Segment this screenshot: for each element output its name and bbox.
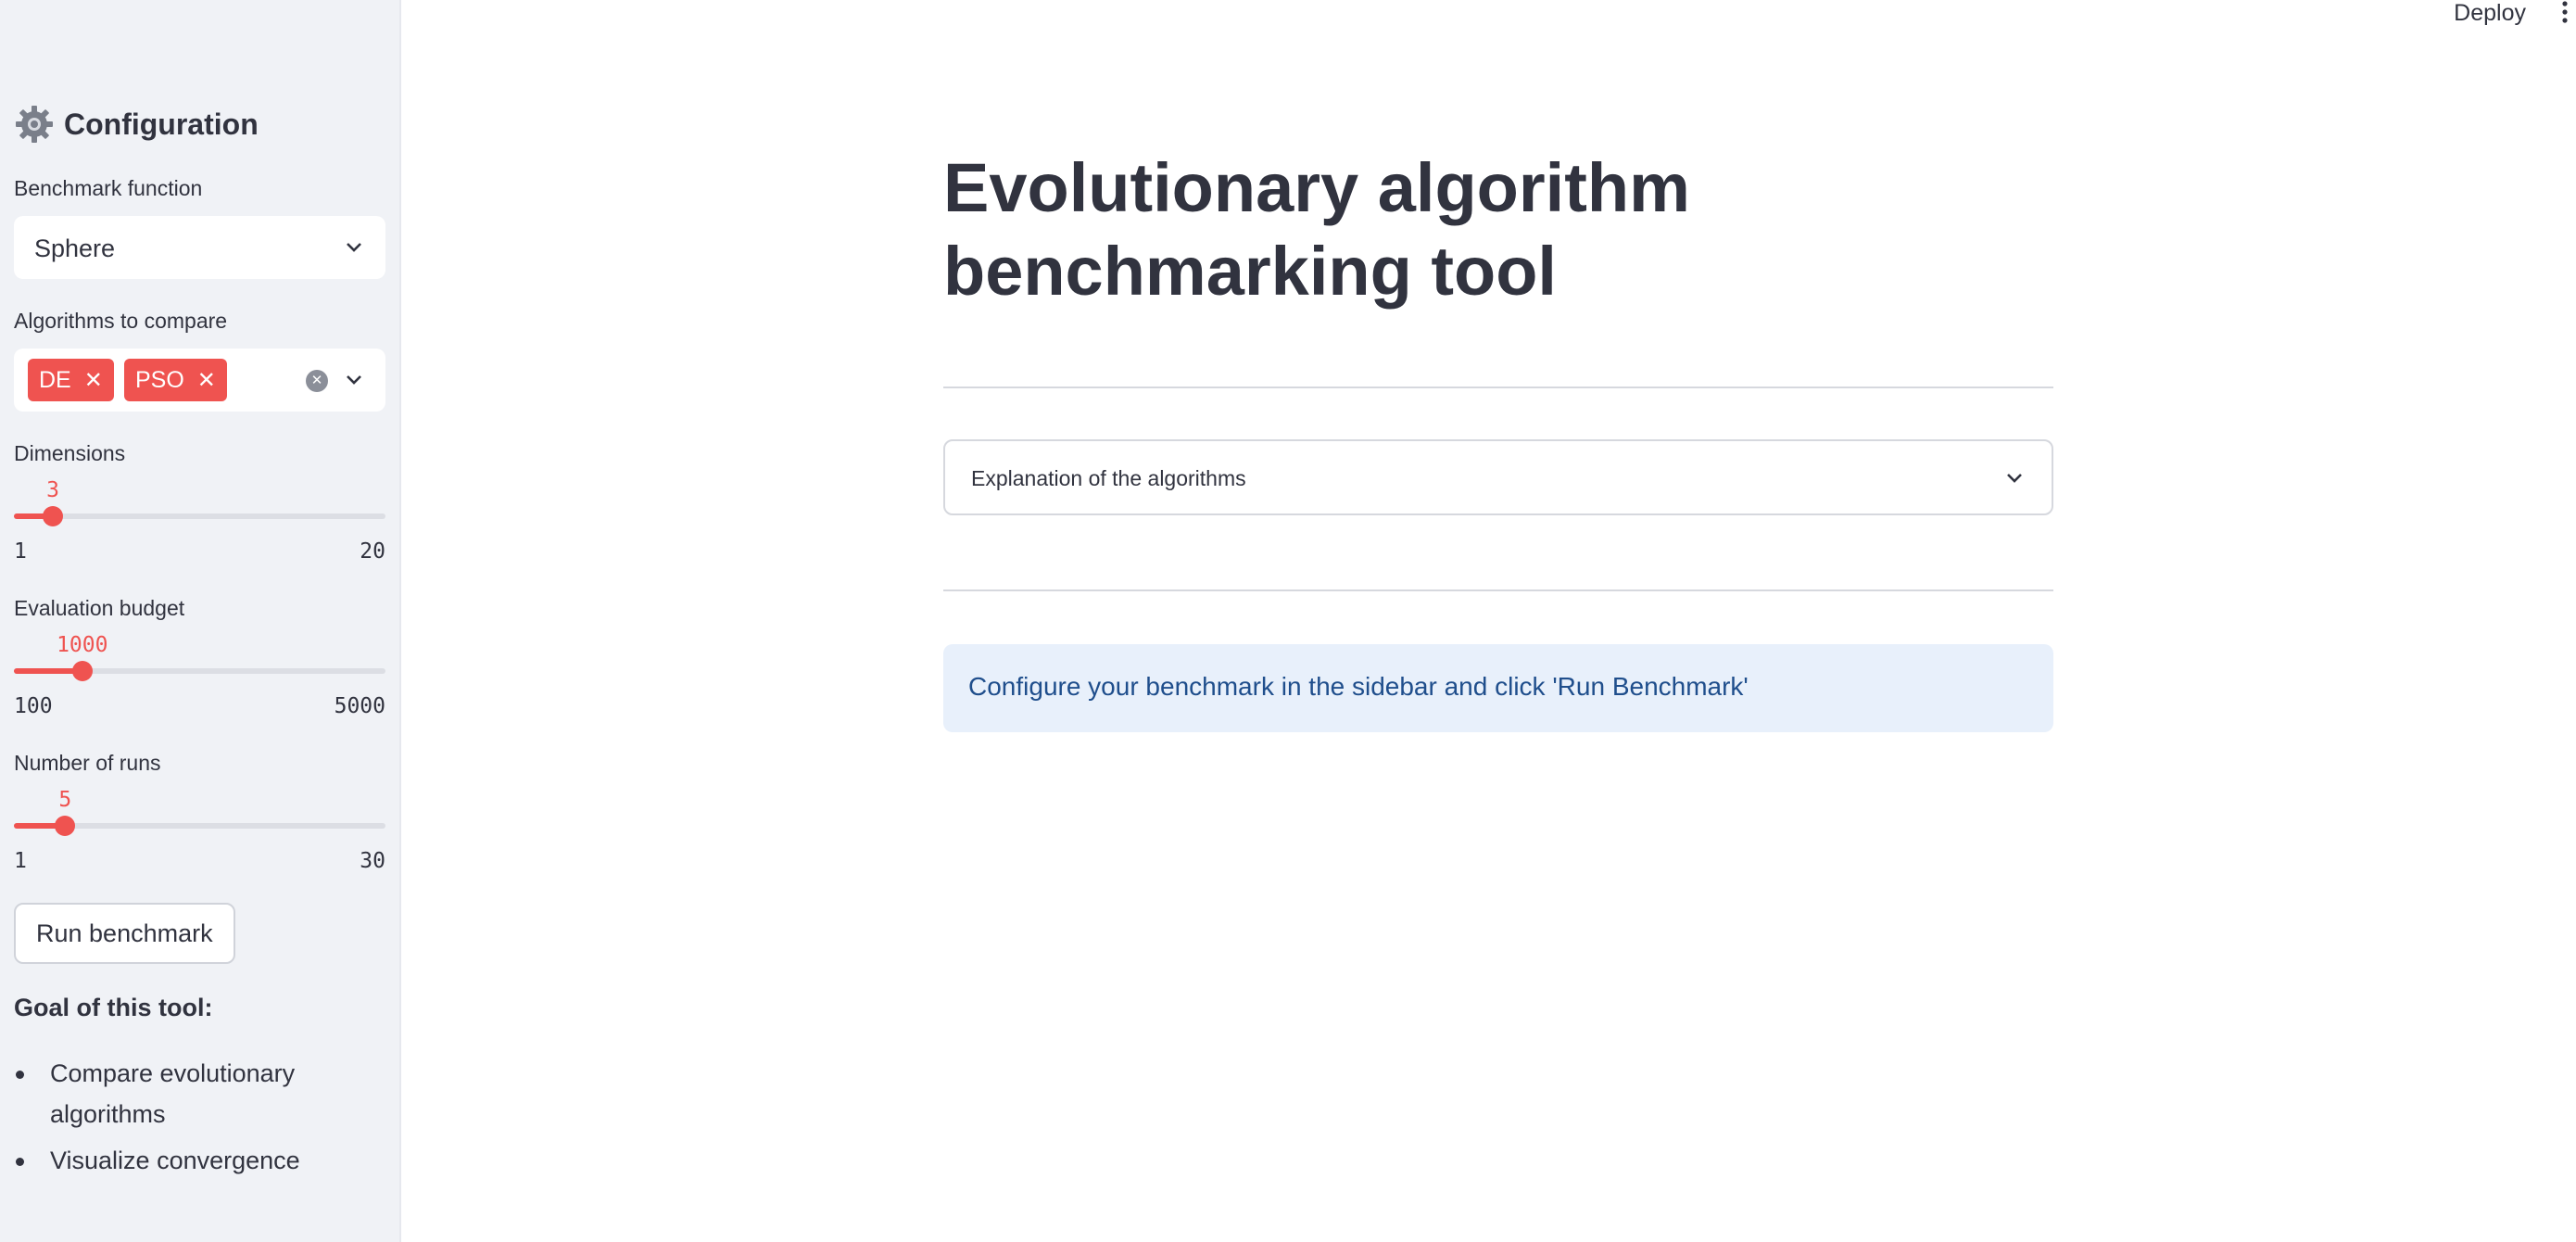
benchmark-select[interactable]: Sphere bbox=[14, 216, 385, 279]
slider-max: 30 bbox=[360, 849, 385, 873]
runs-slider[interactable]: 5 bbox=[14, 788, 385, 855]
budget-range: 100 5000 bbox=[14, 694, 385, 718]
algorithm-tag-de[interactable]: DE ✕ bbox=[28, 359, 114, 401]
slider-current-value: 3 bbox=[46, 478, 60, 502]
dimensions-label: Dimensions bbox=[14, 441, 126, 465]
run-benchmark-button[interactable]: Run benchmark bbox=[14, 903, 235, 964]
sidebar-title: Configuration bbox=[14, 104, 259, 145]
algorithms-explanation-expander[interactable]: Explanation of the algorithms bbox=[943, 439, 2053, 515]
budget-slider[interactable]: 1000 bbox=[14, 633, 385, 700]
algorithm-tag-pso[interactable]: PSO ✕ bbox=[124, 359, 227, 401]
algorithm-tag-label: PSO bbox=[135, 366, 184, 393]
algorithms-label: Algorithms to compare bbox=[14, 309, 228, 333]
slider-min: 100 bbox=[14, 694, 53, 718]
benchmark-select-value: Sphere bbox=[34, 234, 116, 262]
close-icon[interactable]: ✕ bbox=[84, 367, 103, 394]
slider-current-value: 5 bbox=[58, 788, 72, 812]
divider bbox=[943, 589, 2053, 591]
dimensions-range: 1 20 bbox=[14, 539, 385, 564]
divider bbox=[943, 387, 2053, 388]
sidebar-title-text: Configuration bbox=[64, 107, 259, 141]
benchmark-label: Benchmark function bbox=[14, 176, 203, 200]
kebab-menu-icon[interactable] bbox=[2559, 0, 2570, 24]
slider-min: 1 bbox=[14, 539, 27, 564]
info-alert: Configure your benchmark in the sidebar … bbox=[943, 644, 2053, 732]
clear-icon[interactable]: ✕ bbox=[306, 370, 328, 392]
runs-range: 1 30 bbox=[14, 849, 385, 873]
slider-min: 1 bbox=[14, 849, 27, 873]
info-alert-text: Configure your benchmark in the sidebar … bbox=[968, 672, 1749, 701]
slider-max: 20 bbox=[360, 539, 385, 564]
slider-max: 5000 bbox=[334, 694, 385, 718]
slider-track[interactable] bbox=[14, 513, 385, 519]
algorithms-multiselect[interactable]: DE ✕ PSO ✕ ✕ bbox=[14, 349, 385, 412]
slider-thumb[interactable] bbox=[71, 661, 93, 681]
list-item: Compare evolutionary algorithms bbox=[14, 1053, 356, 1134]
deploy-button[interactable]: Deploy bbox=[2454, 0, 2526, 27]
slider-current-value: 1000 bbox=[57, 633, 108, 657]
budget-label: Evaluation budget bbox=[14, 596, 185, 620]
slider-thumb[interactable] bbox=[55, 816, 76, 836]
dimensions-slider[interactable]: 3 bbox=[14, 478, 385, 545]
page-title: Evolutionary algorithm benchmarking tool bbox=[943, 149, 1690, 310]
list-item: Visualize convergence bbox=[14, 1140, 356, 1181]
chevron-down-icon bbox=[347, 243, 361, 252]
gear-icon bbox=[16, 106, 53, 143]
algorithm-tag-label: DE bbox=[39, 366, 71, 393]
chevron-down-icon[interactable] bbox=[345, 371, 363, 389]
slider-thumb[interactable] bbox=[43, 506, 64, 526]
close-icon[interactable]: ✕ bbox=[197, 367, 216, 394]
expander-label: Explanation of the algorithms bbox=[971, 466, 1246, 490]
sidebar: Configuration Benchmark function Sphere … bbox=[0, 0, 401, 1242]
chevron-down-icon bbox=[2007, 474, 2022, 483]
goal-title: Goal of this tool: bbox=[14, 994, 213, 1021]
goal-list: Compare evolutionary algorithms Visualiz… bbox=[14, 1053, 356, 1186]
runs-label: Number of runs bbox=[14, 751, 161, 775]
